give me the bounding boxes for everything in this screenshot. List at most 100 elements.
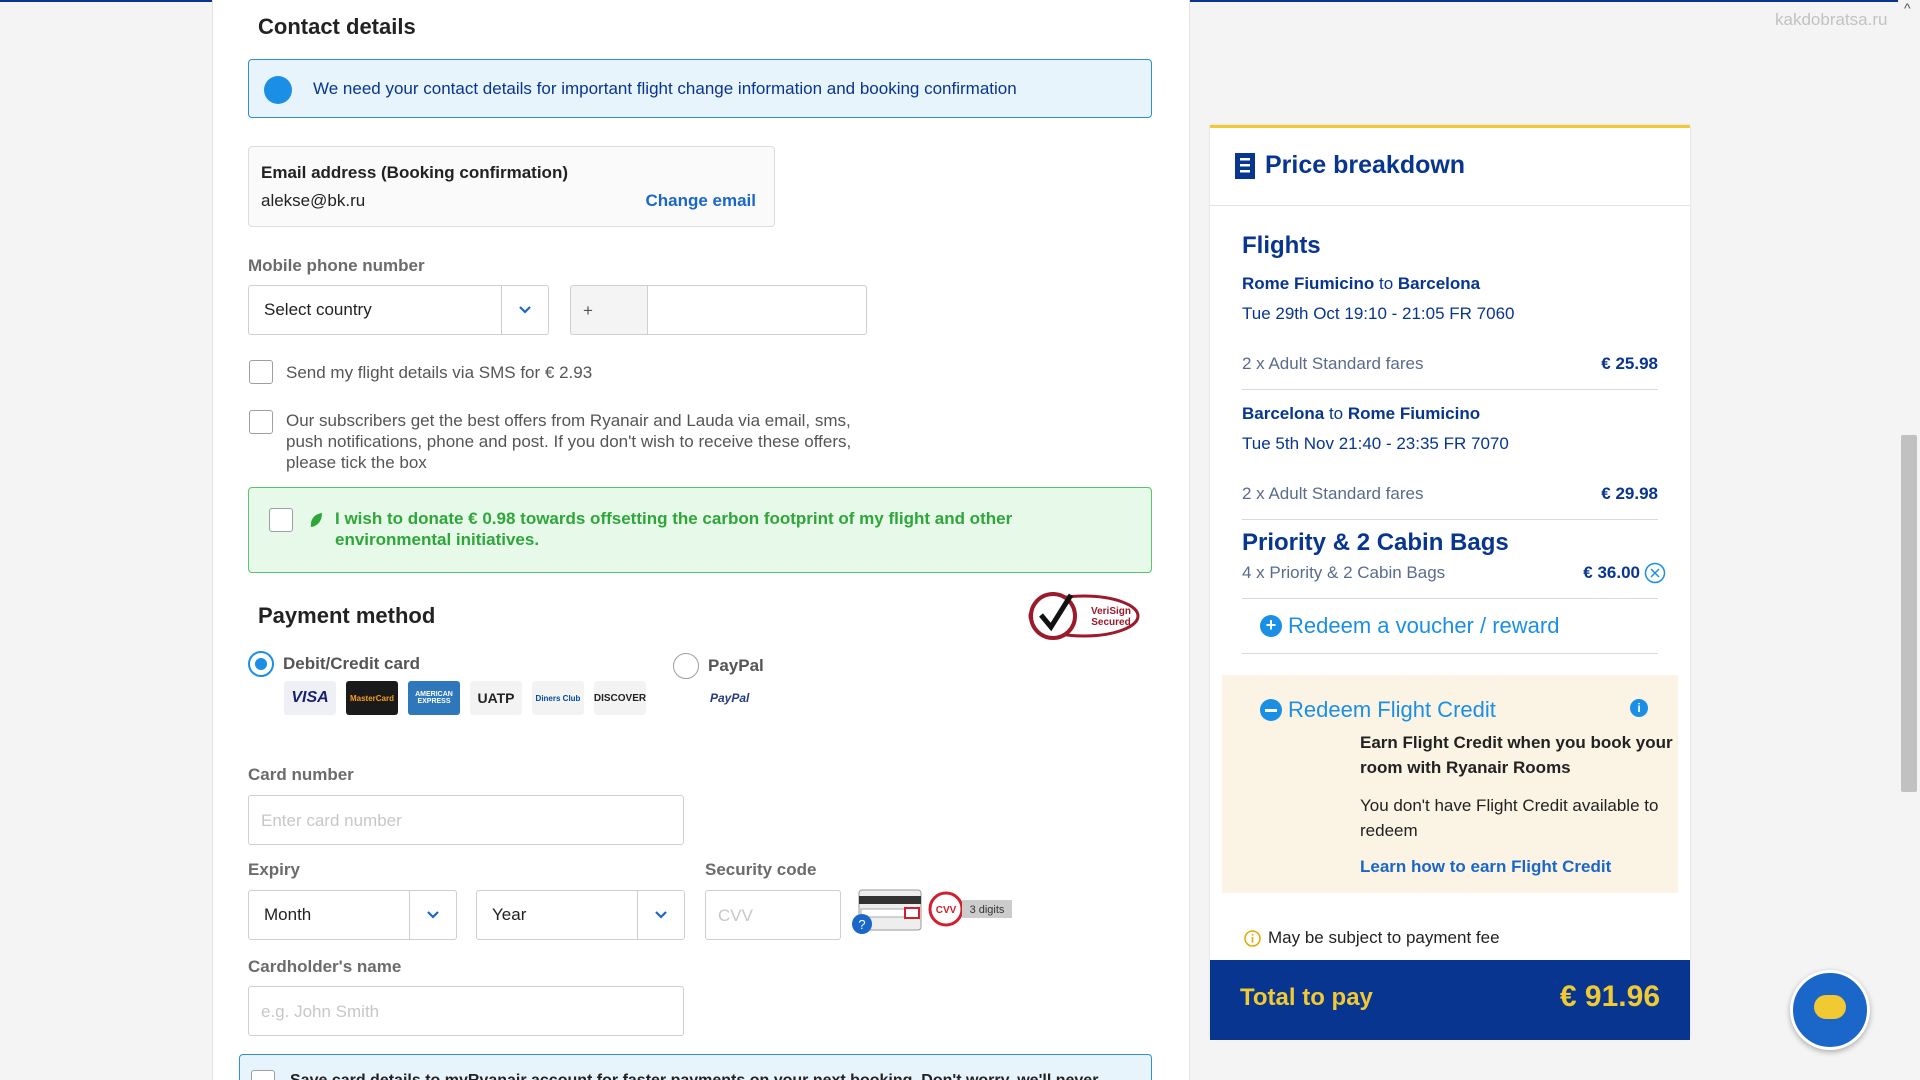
- scrollbar-thumb[interactable]: [1901, 435, 1917, 792]
- expiry-year-select[interactable]: Year: [476, 890, 685, 940]
- carbon-donation-box: I wish to donate € 0.98 towards offsetti…: [248, 487, 1152, 573]
- remove-circle-icon[interactable]: [1644, 562, 1666, 584]
- subscribe-text-3: please tick the box: [286, 453, 427, 472]
- month-select-value: Month: [264, 905, 312, 924]
- paypal-label: PayPal: [708, 656, 764, 675]
- chevron-down-icon: [519, 306, 531, 314]
- watermark: kakdobratsa.ru: [1775, 10, 1888, 29]
- leg1-amount: € 25.98: [1601, 354, 1658, 373]
- leg1-fares: 2 x Adult Standard fares: [1242, 354, 1424, 373]
- uatp-logo: UATP: [470, 681, 522, 715]
- expiry-label: Expiry: [248, 860, 300, 879]
- cvv-input[interactable]: CVV: [705, 890, 841, 940]
- chevron-down-icon: [427, 911, 439, 919]
- cardholder-input[interactable]: e.g. John Smith: [248, 986, 684, 1036]
- expiry-month-select[interactable]: Month: [248, 890, 457, 940]
- redeem-flight-credit-toggle[interactable]: Redeem Flight Credit: [1288, 697, 1496, 723]
- info-icon: [264, 76, 292, 104]
- phone-prefix-text: +: [583, 301, 593, 320]
- save-card-text: Save card details to myRyanair account f…: [290, 1072, 1098, 1080]
- receipt-icon: [1235, 153, 1255, 179]
- chat-button[interactable]: [1790, 970, 1870, 1050]
- donate-text-2: environmental initiatives.: [335, 530, 540, 549]
- contact-info-banner: We need your contact details for importa…: [248, 59, 1152, 118]
- cvv-badge: CVV: [936, 905, 957, 916]
- credit-none-text: You don't have Flight Credit available t…: [1360, 796, 1659, 840]
- bags-heading: Priority & 2 Cabin Bags: [1242, 529, 1509, 556]
- leg2-amount: € 29.98: [1601, 484, 1658, 503]
- card-payment-label: Debit/Credit card: [283, 654, 420, 673]
- year-select-value: Year: [492, 905, 527, 924]
- card-number-label: Card number: [248, 765, 354, 784]
- country-select-value: Select country: [264, 300, 372, 319]
- info-icon[interactable]: i: [1630, 699, 1648, 717]
- phone-label: Mobile phone number: [248, 256, 425, 275]
- bags-amount: € 36.00: [1583, 563, 1640, 582]
- discover-logo: DISCOVER: [594, 681, 646, 715]
- scroll-up-arrow-icon[interactable]: ^: [1904, 0, 1911, 16]
- contact-details-title: Contact details: [258, 14, 416, 39]
- chevron-down-icon: [655, 911, 667, 919]
- leaf-icon: [310, 513, 322, 527]
- payment-fee-note: May be subject to payment fee: [1268, 928, 1500, 947]
- leg2-fares: 2 x Adult Standard fares: [1242, 484, 1424, 503]
- cvv-help-graphic: ? CVV 3 digits: [852, 889, 1012, 934]
- card-number-input[interactable]: Enter card number: [248, 795, 684, 845]
- price-breakdown-title: Price breakdown: [1265, 151, 1466, 179]
- minus-circle-icon[interactable]: [1260, 699, 1282, 721]
- sms-option-label: Send my flight details via SMS for € 2.9…: [286, 363, 593, 382]
- leg1-route: Rome Fiumicino to Barcelona: [1242, 274, 1481, 293]
- payment-method-title: Payment method: [258, 603, 436, 628]
- learn-flight-credit-link[interactable]: Learn how to earn Flight Credit: [1360, 857, 1611, 877]
- total-value: € 91.96: [1559, 980, 1660, 1013]
- email-label: Email address (Booking confirmation): [261, 163, 568, 182]
- verisign-line-2: Secured: [1091, 617, 1130, 628]
- card-payment-radio[interactable]: [248, 651, 274, 677]
- email-value: alekse@bk.ru: [261, 191, 366, 210]
- phone-prefix: +: [570, 285, 648, 335]
- redeem-voucher-link[interactable]: Redeem a voucher / reward: [1288, 613, 1559, 639]
- sms-checkbox[interactable]: [249, 360, 273, 384]
- donate-text: I wish to donate € 0.98 towards offsetti…: [335, 508, 1055, 550]
- amex-logo: AMERICAN EXPRESS: [408, 681, 460, 715]
- donate-checkbox[interactable]: [269, 508, 293, 532]
- verisign-badge: VeriSign Secured: [1028, 592, 1140, 640]
- total-label: Total to pay: [1240, 984, 1373, 1011]
- paypal-logo: PayPal: [710, 691, 750, 705]
- subscribe-text-2: push notifications, phone and post. If y…: [286, 432, 852, 451]
- verisign-line-1: VeriSign: [1091, 606, 1131, 617]
- price-breakdown-header: Price breakdown: [1210, 128, 1690, 206]
- country-select[interactable]: Select country: [248, 285, 549, 335]
- credit-earn-text: Earn Flight Credit when you book your ro…: [1360, 733, 1673, 777]
- paypal-radio[interactable]: [673, 653, 699, 679]
- subscribe-text-1: Our subscribers get the best offers from…: [286, 411, 851, 430]
- leg2-datetime: Tue 5th Nov 21:40 - 23:35 FR 7070: [1242, 434, 1509, 453]
- card-number-placeholder: Enter card number: [261, 811, 402, 830]
- donate-text-1: I wish to donate € 0.98 towards offsetti…: [335, 509, 1013, 528]
- chat-bubble-icon: [1814, 995, 1846, 1019]
- info-circle-icon: [1244, 930, 1261, 947]
- total-bar: Total to pay € 91.96: [1210, 960, 1690, 1040]
- diners-club-logo: Diners Club: [532, 681, 584, 715]
- plus-circle-icon: +: [1260, 615, 1282, 637]
- save-card-box: Save card details to myRyanair account f…: [239, 1054, 1152, 1080]
- flights-heading: Flights: [1242, 232, 1321, 259]
- cvv-placeholder: CVV: [718, 906, 753, 925]
- security-code-label: Security code: [705, 860, 817, 879]
- mastercard-logo: MasterCard: [346, 681, 398, 715]
- change-email-link[interactable]: Change email: [645, 191, 756, 211]
- flight-credit-box: Redeem Flight Credit i Earn Flight Credi…: [1222, 675, 1678, 893]
- subscribe-optout-checkbox[interactable]: [249, 410, 273, 434]
- email-card: Email address (Booking confirmation) ale…: [248, 146, 775, 227]
- bags-line: 4 x Priority & 2 Cabin Bags: [1242, 563, 1446, 582]
- visa-logo: VISA: [284, 681, 336, 715]
- save-card-checkbox[interactable]: [251, 1070, 275, 1080]
- contact-info-text: We need your contact details for importa…: [313, 79, 1017, 98]
- svg-text:?: ?: [858, 917, 865, 932]
- cardholder-placeholder: e.g. John Smith: [261, 1002, 380, 1021]
- cardholder-label: Cardholder's name: [248, 957, 402, 976]
- phone-number-input[interactable]: [647, 285, 867, 335]
- leg2-route: Barcelona to Rome Fiumicino: [1242, 404, 1481, 423]
- cvv-hint: 3 digits: [970, 904, 1005, 916]
- leg1-datetime: Tue 29th Oct 19:10 - 21:05 FR 7060: [1242, 304, 1515, 323]
